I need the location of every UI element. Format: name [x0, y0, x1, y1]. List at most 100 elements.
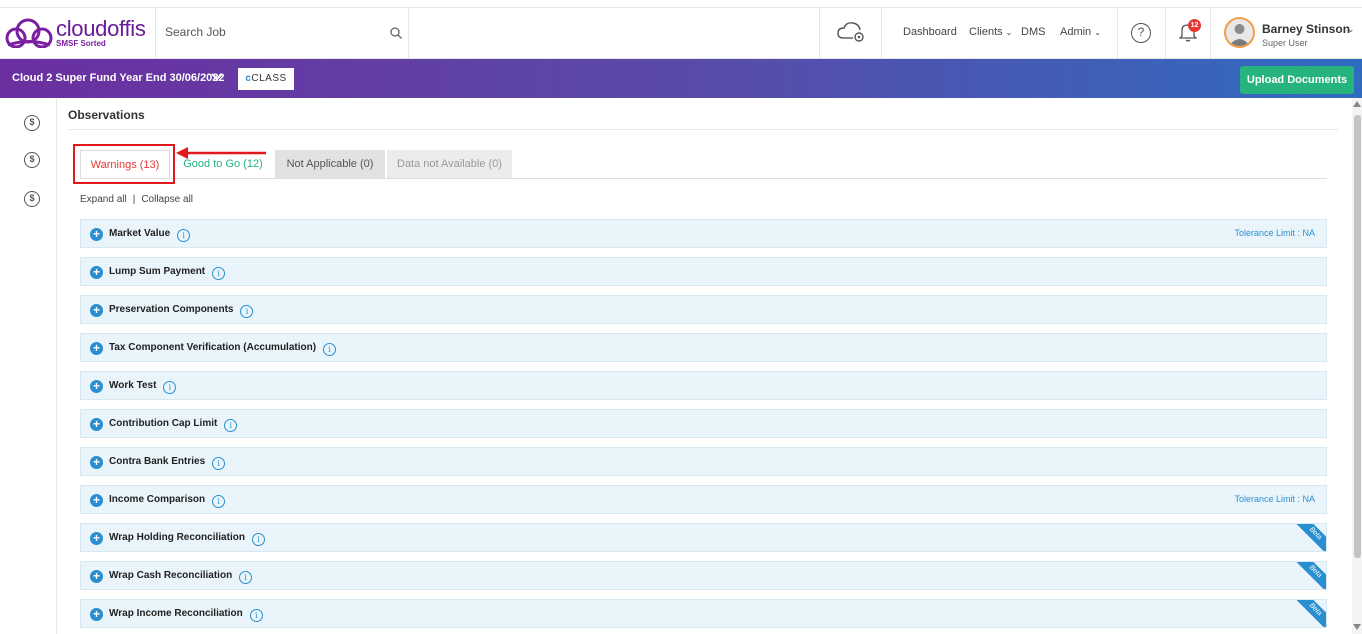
search-box: [155, 8, 409, 58]
accordion-row[interactable]: + Income Comparison i Tolerance Limit : NA: [80, 485, 1327, 514]
expand-plus-icon[interactable]: +: [90, 494, 103, 507]
accordion-label: Wrap Cash Reconciliation i: [109, 570, 253, 584]
info-icon[interactable]: i: [212, 457, 226, 470]
expand-plus-icon[interactable]: +: [90, 304, 103, 317]
notification-badge: 12: [1188, 19, 1201, 32]
accordion-row[interactable]: + Wrap Cash Reconciliation i Beta: [80, 561, 1327, 590]
expand-plus-icon[interactable]: +: [90, 266, 103, 279]
tab-data-not-available[interactable]: Data not Available (0): [387, 150, 512, 178]
accordion-row[interactable]: + Market Value i Tolerance Limit : NA: [80, 219, 1327, 248]
info-icon[interactable]: i: [212, 267, 226, 280]
accordion-label: Contra Bank Entries i: [109, 456, 226, 470]
search-input[interactable]: [165, 25, 375, 39]
accordion-label-text: Contra Bank Entries: [109, 456, 206, 467]
accordion-label-text: Work Test: [109, 380, 157, 391]
class-logo-text: CLASS: [251, 73, 287, 84]
chevron-down-icon: ⌄: [1005, 28, 1013, 37]
expand-plus-icon[interactable]: +: [90, 342, 103, 355]
scrollbar-thumb[interactable]: [1354, 115, 1361, 558]
expand-plus-icon[interactable]: +: [90, 456, 103, 469]
accordion-label-text: Market Value: [109, 228, 171, 239]
accordion-label-text: Contribution Cap Limit: [109, 418, 218, 429]
user-name[interactable]: Barney Stinson: [1262, 22, 1350, 36]
info-icon[interactable]: i: [177, 229, 191, 242]
accordion-label-text: Preservation Components: [109, 304, 234, 315]
top-bar: cloudoffis SMSF Sorted Dashboard Clients…: [0, 7, 1362, 59]
accordion-label: Wrap Holding Reconciliation i: [109, 532, 265, 546]
dollar-chart-icon[interactable]: $: [24, 115, 40, 131]
accordion-label: Wrap Income Reconciliation i: [109, 608, 263, 622]
user-avatar-icon: [1226, 19, 1253, 46]
chevron-down-icon[interactable]: ⌄: [1347, 24, 1355, 35]
accordion-label: Market Value i: [109, 228, 191, 242]
accordion-row[interactable]: + Lump Sum Payment i: [80, 257, 1327, 286]
tolerance-limit: Tolerance Limit : NA: [1234, 228, 1315, 238]
dollar-chart-icon[interactable]: $: [24, 191, 40, 207]
expand-plus-icon[interactable]: +: [90, 418, 103, 431]
accordion-label-text: Lump Sum Payment: [109, 266, 206, 277]
tab-not-applicable[interactable]: Not Applicable (0): [275, 150, 385, 178]
notifications[interactable]: 12: [1165, 8, 1211, 58]
page-title: Observations: [68, 108, 145, 122]
info-icon[interactable]: i: [323, 343, 337, 356]
accordion-label: Contribution Cap Limit i: [109, 418, 238, 432]
info-icon[interactable]: i: [251, 533, 265, 546]
accordion-row[interactable]: + Contribution Cap Limit i: [80, 409, 1327, 438]
beta-ribbon: Beta: [1293, 562, 1326, 589]
accordion-label: Tax Component Verification (Accumulation…: [109, 342, 337, 356]
nav-dashboard-label: Dashboard: [903, 26, 957, 38]
side-rail: $ $ $: [0, 98, 57, 634]
nav-dms[interactable]: DMS: [1021, 26, 1045, 38]
divider: [68, 129, 1338, 130]
accordion-label-text: Wrap Income Reconciliation: [109, 608, 243, 619]
accordion-label-text: Wrap Cash Reconciliation: [109, 570, 233, 581]
expand-plus-icon[interactable]: +: [90, 228, 103, 241]
nav-dashboard[interactable]: Dashboard: [903, 26, 957, 38]
chevron-down-icon[interactable]: [210, 71, 224, 83]
nav-admin[interactable]: Admin ⌄: [1060, 26, 1101, 38]
accordion-row[interactable]: + Preservation Components i: [80, 295, 1327, 324]
logo-tagline: SMSF Sorted: [56, 39, 106, 48]
help-cell: ?: [1117, 8, 1165, 58]
annotation-arrow-icon: [176, 147, 266, 159]
nav-clients[interactable]: Clients ⌄: [969, 26, 1012, 38]
user-role: Super User: [1262, 38, 1308, 48]
scroll-down-icon[interactable]: [1353, 624, 1361, 630]
accordion-label: Lump Sum Payment i: [109, 266, 226, 280]
accordion-row[interactable]: + Work Test i: [80, 371, 1327, 400]
info-icon[interactable]: i: [240, 305, 254, 318]
help-icon[interactable]: ?: [1131, 23, 1151, 43]
accordion-label-text: Income Comparison: [109, 494, 206, 505]
dollar-gear-icon[interactable]: $: [24, 152, 40, 168]
expand-all-link[interactable]: Expand all: [80, 194, 127, 205]
info-icon[interactable]: i: [212, 495, 226, 508]
scroll-up-icon[interactable]: [1353, 101, 1361, 107]
cloud-settings-cell[interactable]: [819, 8, 882, 58]
avatar[interactable]: [1224, 17, 1255, 48]
collapse-all-link[interactable]: Collapse all: [141, 194, 193, 205]
info-icon[interactable]: i: [224, 419, 238, 432]
accordion-row[interactable]: + Wrap Income Reconciliation i Beta: [80, 599, 1327, 628]
fund-selector[interactable]: Cloud 2 Super Fund Year End 30/06/2022: [12, 72, 225, 84]
separator: |: [132, 194, 136, 205]
expand-plus-icon[interactable]: +: [90, 608, 103, 621]
expand-plus-icon[interactable]: +: [90, 570, 103, 583]
chevron-down-icon: ⌄: [1094, 28, 1101, 37]
nav-clients-label: Clients: [969, 26, 1003, 38]
cloud-gear-icon: [837, 22, 864, 42]
info-icon[interactable]: i: [249, 609, 263, 622]
search-icon[interactable]: [389, 26, 403, 40]
tolerance-limit: Tolerance Limit : NA: [1234, 494, 1315, 504]
accordion-row[interactable]: + Contra Bank Entries i: [80, 447, 1327, 476]
accordion-row[interactable]: + Wrap Holding Reconciliation i Beta: [80, 523, 1327, 552]
accordion-label: Work Test i: [109, 380, 177, 394]
upload-documents-button[interactable]: Upload Documents: [1240, 66, 1354, 94]
info-icon[interactable]: i: [163, 381, 177, 394]
cloudoffis-logo[interactable]: cloudoffis SMSF Sorted: [4, 16, 154, 52]
info-icon[interactable]: i: [239, 571, 253, 584]
expand-plus-icon[interactable]: +: [90, 532, 103, 545]
accordion-label-text: Tax Component Verification (Accumulation…: [109, 342, 317, 353]
expand-plus-icon[interactable]: +: [90, 380, 103, 393]
beta-ribbon: Beta: [1293, 600, 1326, 627]
accordion-row[interactable]: + Tax Component Verification (Accumulatio…: [80, 333, 1327, 362]
